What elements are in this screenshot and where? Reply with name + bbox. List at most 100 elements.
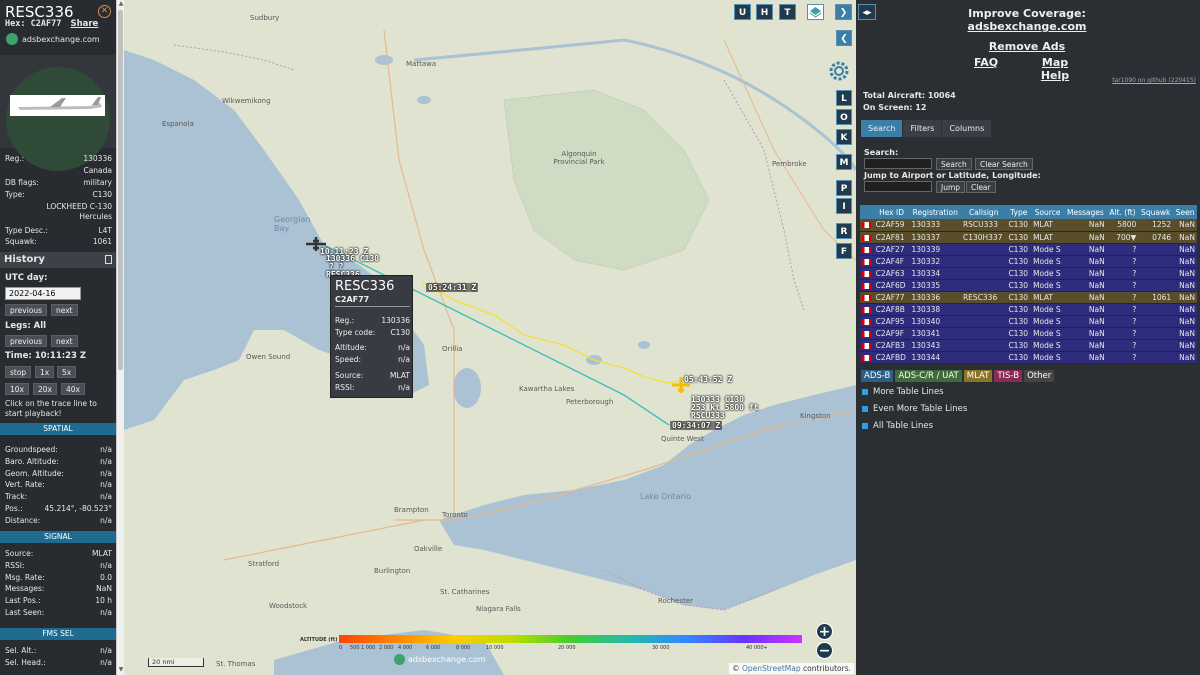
jump-button[interactable]: Jump xyxy=(936,181,966,193)
flag-cell xyxy=(860,255,874,268)
column-header[interactable]: Hex ID xyxy=(873,205,910,219)
adsbx-logo[interactable]: adsbexchange.com xyxy=(6,33,100,45)
aircraft-photo[interactable] xyxy=(10,95,105,116)
table-row[interactable]: C2AF6D 130335 C130 Mode S NaN? NaN xyxy=(860,279,1197,292)
tab-columns[interactable]: Columns xyxy=(942,120,992,137)
cell-alt: 5800 xyxy=(1106,219,1139,232)
table-row[interactable]: C2AF81 130337 C130H337 C130 MLAT NaN 700▼ 0746 N… xyxy=(860,231,1197,244)
source-ads-c-r-uat[interactable]: ADS-C/R / UAT xyxy=(895,370,962,382)
map-button-h[interactable]: H xyxy=(756,4,773,20)
trace-end-info3[interactable]: RSCU333 xyxy=(691,411,725,420)
search-button[interactable]: Search xyxy=(936,158,972,170)
even-more-table-lines[interactable]: Even More Table Lines xyxy=(862,404,967,414)
fms-header[interactable]: FMS SEL xyxy=(0,628,116,640)
all-table-lines[interactable]: All Table Lines xyxy=(862,421,933,431)
source-ads-b[interactable]: ADS-B xyxy=(861,370,894,382)
table-row[interactable]: C2AF8B 130338 C130 Mode S NaN? NaN xyxy=(860,303,1197,316)
next-day-button[interactable]: next xyxy=(51,304,78,316)
left-panel-scrollbar[interactable]: ▲ ▼ xyxy=(116,0,124,675)
faq-link[interactable]: FAQ xyxy=(974,56,998,69)
table-row[interactable]: C2AF9F 130341 C130 Mode S NaN? NaN xyxy=(860,327,1197,340)
table-row[interactable]: C2AF95 130340 C130 Mode S NaN? NaN xyxy=(860,315,1197,328)
cell-seen: NaN xyxy=(1173,303,1197,316)
map-button-i[interactable]: I xyxy=(836,198,852,214)
map-button-k[interactable]: K xyxy=(836,129,852,145)
table-row[interactable]: C2AFBD 130344 C130 Mode S NaN? NaN xyxy=(860,351,1197,364)
map-button-r[interactable]: R xyxy=(836,223,852,239)
signal-header[interactable]: SIGNAL xyxy=(0,531,116,543)
search-input[interactable] xyxy=(864,158,932,169)
playback-hint: Click on the trace line to start playbac… xyxy=(5,399,97,418)
aircraft-popup[interactable]: RESC336 C2AF77 Reg.: 130336 Type code: C130… xyxy=(330,275,413,398)
settings-button[interactable] xyxy=(826,58,852,81)
expand-icon[interactable] xyxy=(105,255,112,264)
map-view[interactable]: Sudbury Espanola Wikwemikong Mattawa Alg… xyxy=(124,0,856,675)
info-row: Last Pos.: 10 h xyxy=(5,596,112,606)
column-header[interactable]: Seen xyxy=(1173,205,1197,219)
expand-right-button[interactable]: ❯ xyxy=(835,4,852,20)
table-row[interactable]: C2AF77 130336 RESC336 C130 MLAT NaN? 1061 NaN xyxy=(860,291,1197,304)
table-row[interactable]: C2AF59 130333 RSCU333 C130 MLAT NaN 5800 1252 Na… xyxy=(860,219,1197,232)
share-link[interactable]: Share xyxy=(70,19,98,29)
zoom-out-button[interactable]: − xyxy=(816,642,833,659)
map-button-u[interactable]: U xyxy=(734,4,751,20)
popup-row: RSSI: n/a xyxy=(335,383,410,392)
table-row[interactable]: C2AF63 130334 C130 Mode S NaN? NaN xyxy=(860,267,1197,280)
clear-search-button[interactable]: Clear Search xyxy=(975,158,1033,170)
column-header[interactable]: Callsign xyxy=(960,205,1007,219)
speed-5x-button[interactable]: 5x xyxy=(57,366,77,378)
utc-date-input[interactable]: 2022-04-16 xyxy=(5,287,81,300)
map-button-t[interactable]: T xyxy=(779,4,796,20)
source-other[interactable]: Other xyxy=(1024,370,1055,382)
map-button-o[interactable]: O xyxy=(836,109,852,125)
clear-jump-button[interactable]: Clear xyxy=(966,181,996,193)
table-row[interactable]: C2AFB3 130343 C130 Mode S NaN? NaN xyxy=(860,339,1197,352)
next-leg-button[interactable]: next xyxy=(51,335,78,347)
tab-search[interactable]: Search xyxy=(861,120,903,137)
trace-mid-time[interactable]: 05:24:31 Z xyxy=(426,283,479,292)
collapse-left-button[interactable]: ❮ xyxy=(836,30,852,46)
toggle-sidebar-button[interactable]: ◂▸ xyxy=(858,4,876,20)
label-stratford: Stratford xyxy=(248,560,280,568)
previous-leg-button[interactable]: previous xyxy=(5,335,48,347)
layers-button[interactable] xyxy=(807,4,824,20)
stop-button[interactable]: stop xyxy=(5,366,32,378)
trace-end-time[interactable]: 05:43:52 Z xyxy=(684,375,732,384)
close-icon[interactable]: ✕ xyxy=(98,5,111,18)
tab-filters[interactable]: Filters xyxy=(903,120,942,137)
more-table-lines[interactable]: More Table Lines xyxy=(862,387,944,397)
column-header[interactable]: Registration xyxy=(909,205,961,219)
table-row[interactable]: C2AF4F 130332 C130 Mode S NaN? NaN xyxy=(860,255,1197,268)
osm-link[interactable]: OpenStreetMap xyxy=(742,664,801,673)
map-help-link[interactable]: Map Help xyxy=(1026,56,1084,82)
trace-end-time2[interactable]: 09:34:07 Z xyxy=(670,421,723,430)
column-header[interactable] xyxy=(860,205,874,219)
column-header[interactable]: Type xyxy=(1006,205,1032,219)
map-button-m[interactable]: M xyxy=(836,154,852,170)
previous-day-button[interactable]: previous xyxy=(5,304,48,316)
map-button-f[interactable]: F xyxy=(836,243,852,259)
speed-10x-button[interactable]: 10x xyxy=(5,383,29,395)
speed-40x-button[interactable]: 40x xyxy=(61,383,85,395)
column-header[interactable]: Messages xyxy=(1064,205,1107,219)
spatial-header[interactable]: SPATIAL xyxy=(0,423,116,435)
label-lake-ontario: Lake Ontario xyxy=(640,492,691,501)
scroll-thumb[interactable] xyxy=(118,10,123,370)
source-tis-b[interactable]: TIS-B xyxy=(994,370,1023,382)
remove-ads-link[interactable]: Remove Ads xyxy=(916,40,1138,53)
github-link[interactable]: tar1090 on github (220415) xyxy=(1112,77,1196,84)
source-mlat[interactable]: MLAT xyxy=(963,370,993,382)
map-button-l[interactable]: L xyxy=(836,90,852,106)
speed-1x-button[interactable]: 1x xyxy=(35,366,55,378)
table-row[interactable]: C2AF27 130339 C130 Mode S NaN? NaN xyxy=(860,243,1197,256)
history-header[interactable]: History xyxy=(0,252,116,268)
zoom-in-button[interactable]: + xyxy=(816,623,833,640)
map-button-p[interactable]: P xyxy=(836,180,852,196)
speed-20x-button[interactable]: 20x xyxy=(33,383,57,395)
column-header[interactable]: Squawk xyxy=(1138,205,1174,219)
popup-row-label: Reg.: xyxy=(335,316,355,325)
column-header[interactable]: Source xyxy=(1031,205,1065,219)
adsbx-site-link[interactable]: adsbexchange.com xyxy=(916,20,1138,33)
jump-input[interactable] xyxy=(864,181,932,192)
column-header[interactable]: Alt. (ft) xyxy=(1106,205,1139,219)
